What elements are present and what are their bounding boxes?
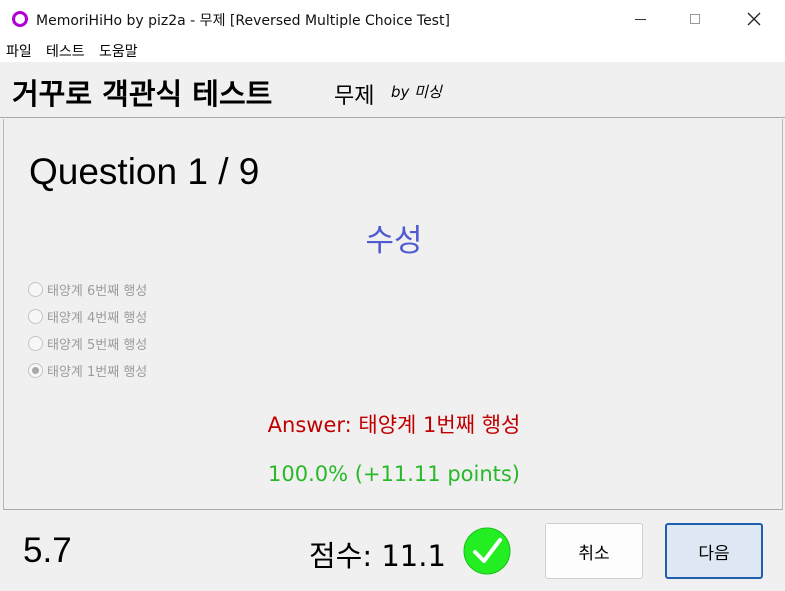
radio-button-selected[interactable] — [28, 362, 43, 378]
test-header: 거꾸로 객관식 테스트 무제 by 미싱 — [0, 62, 785, 118]
test-author: by 미싱 — [391, 83, 442, 101]
answer-text: Answer: 태양계 1번째 행성 — [267, 413, 521, 437]
radio-button[interactable] — [28, 335, 43, 351]
choice-label: 태양계 1번째 행성 — [47, 364, 148, 380]
choice-3[interactable]: 태양계 5번째 행성 — [28, 333, 147, 353]
menu-test[interactable]: 테스트 — [46, 41, 85, 61]
choice-2[interactable]: 태양계 4번째 행성 — [28, 306, 147, 326]
close-icon — [747, 12, 761, 26]
choice-4[interactable]: 태양계 1번째 행성 — [28, 360, 147, 380]
menu-help[interactable]: 도움말 — [99, 41, 138, 61]
next-button-label: 다음 — [698, 543, 730, 564]
maximize-button[interactable] — [672, 0, 718, 38]
window-title: MemoriHiHo by piz2a - 무제 [Reversed Multi… — [36, 13, 450, 29]
close-button[interactable] — [731, 0, 777, 38]
check-icon — [463, 527, 511, 575]
radio-button[interactable] — [28, 308, 43, 324]
app-icon — [12, 11, 28, 27]
timer-display: 5.7 — [23, 531, 72, 570]
cancel-button-label: 취소 — [578, 543, 610, 564]
question-word: 수성 — [365, 223, 423, 259]
minimize-button[interactable] — [617, 0, 663, 38]
maximize-icon — [690, 14, 700, 24]
question-counter: Question 1 / 9 — [29, 151, 260, 192]
menu-file[interactable]: 파일 — [6, 41, 32, 61]
choice-label: 태양계 5번째 행성 — [47, 337, 148, 353]
choice-label: 태양계 6번째 행성 — [47, 283, 148, 299]
test-subject: 무제 — [334, 84, 375, 109]
choice-label: 태양계 4번째 행성 — [47, 310, 148, 326]
question-panel: Question 1 / 9 수성 태양계 6번째 행성 태양계 4번째 행성 … — [3, 119, 783, 510]
score-display: 점수: 11.1 — [309, 539, 446, 573]
choice-1[interactable]: 태양계 6번째 행성 — [28, 279, 147, 299]
footer-bar: 5.7 점수: 11.1 취소 다음 — [0, 511, 785, 591]
minimize-icon — [634, 18, 646, 20]
title-bar: MemoriHiHo by piz2a - 무제 [Reversed Multi… — [0, 0, 785, 38]
next-button[interactable]: 다음 — [665, 523, 763, 579]
test-title: 거꾸로 객관식 테스트 — [12, 77, 273, 111]
menu-bar: 파일 테스트 도움말 — [0, 38, 785, 62]
radio-button[interactable] — [28, 281, 43, 297]
cancel-button[interactable]: 취소 — [545, 523, 643, 579]
result-text: 100.0% (+11.11 points) — [267, 462, 521, 486]
